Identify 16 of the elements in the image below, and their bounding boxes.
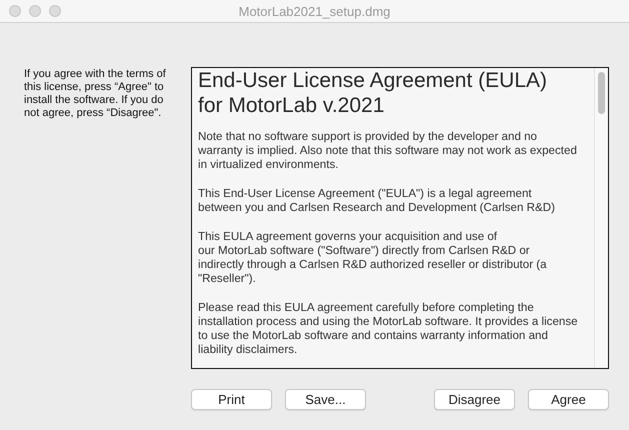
print-button[interactable]: Print [191, 389, 272, 410]
license-paragraph: Please read this EULA agreement carefully before completing the installation process and using the MotorLab software. It provides a license to use the MotorLab software and contains warranty information and liability disclaimers. [198, 301, 579, 357]
agree-button[interactable]: Agree [528, 389, 609, 410]
save-button[interactable]: Save... [285, 389, 366, 410]
instructions-text: If you agree with the terms of this license, press “Agree" to install the software. If you do not agree, press “Disagree". [24, 67, 167, 121]
license-paragraph: This EULA agreement governs your acquisition and use of our MotorLab software ("Software") directly from Carlsen R&D or indirectly through a Carlsen R&D authorized reseller or distributor (a "Reseller"). [198, 230, 548, 286]
license-paragraph: Note that no software support is provided by the developer and no warranty is implied. Also note that this software may not work as expected in virtualized environments. [198, 130, 578, 172]
scrollbar-thumb[interactable] [598, 72, 605, 114]
license-heading: End-User License Agreement (EULA) for MotorLab v.2021 [198, 68, 548, 118]
disagree-button[interactable]: Disagree [434, 389, 515, 410]
window-control-icon[interactable] [49, 5, 61, 17]
license-paragraph: This End-User License Agreement ("EULA") is a legal agreement between you and Carlsen Research and Development (Carlsen R&D) [198, 187, 556, 215]
window-control-icon[interactable] [9, 5, 21, 17]
window-title: MotorLab2021_setup.dmg [238, 4, 390, 18]
window-control-icon[interactable] [29, 5, 41, 17]
scrollbar[interactable] [594, 68, 608, 368]
